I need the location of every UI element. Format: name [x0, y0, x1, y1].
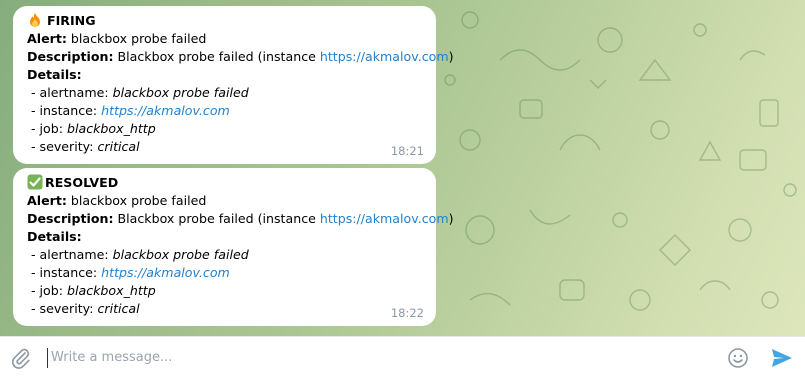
alert-line: Alert: blackbox probe failed — [27, 30, 422, 48]
detail-value: blackbox_http — [67, 283, 156, 298]
detail-key: - alertname: — [31, 85, 113, 100]
message-input[interactable]: Write a message... — [47, 348, 651, 368]
detail-value: critical — [97, 139, 140, 154]
detail-instance: - instance: https://akmalov.com — [27, 264, 422, 282]
details-label: Details: — [27, 229, 82, 244]
detail-value: critical — [97, 301, 140, 316]
alert-label: Alert: — [27, 193, 67, 208]
detail-job: - job: blackbox_http — [27, 282, 422, 300]
message-timestamp: 18:22 — [390, 306, 424, 320]
detail-job: - job: blackbox_http — [27, 120, 422, 138]
description-link[interactable]: https://akmalov.com — [320, 211, 449, 226]
detail-value: blackbox probe failed — [112, 247, 249, 262]
detail-key: - severity: — [31, 139, 98, 154]
description-link[interactable]: https://akmalov.com — [320, 49, 449, 64]
detail-value: blackbox_http — [67, 121, 156, 136]
details-label: Details: — [27, 67, 82, 82]
paperclip-icon[interactable] — [10, 347, 32, 369]
alert-line: Alert: blackbox probe failed — [27, 192, 422, 210]
description-line: Description: Blackbox probe failed (inst… — [27, 210, 454, 228]
alert-label: Alert: — [27, 31, 67, 46]
message-bubble-firing[interactable]: FIRING Alert: blackbox probe failed Desc… — [13, 6, 454, 164]
detail-value: blackbox probe failed — [112, 85, 249, 100]
status-line: RESOLVED — [27, 174, 422, 192]
detail-alertname: - alertname: blackbox probe failed — [27, 84, 422, 102]
detail-key: - instance: — [31, 265, 102, 280]
detail-severity: - severity: critical — [27, 300, 422, 318]
detail-key: - job: — [31, 283, 67, 298]
description-close: ) — [448, 211, 454, 226]
status-label: FIRING — [47, 13, 96, 28]
detail-key: - severity: — [31, 301, 98, 316]
description-label: Description: — [27, 211, 114, 226]
description-close: ) — [448, 49, 454, 64]
detail-alertname: - alertname: blackbox probe failed — [27, 246, 422, 264]
message-timestamp: 18:21 — [390, 144, 424, 158]
description-text: Blackbox probe failed (instance — [117, 211, 320, 226]
message-bubble-resolved[interactable]: RESOLVED Alert: blackbox probe failed De… — [13, 168, 454, 326]
fire-emoji-icon — [30, 13, 40, 27]
detail-key: - alertname: — [31, 247, 113, 262]
instance-link[interactable]: https://akmalov.com — [101, 103, 230, 118]
detail-instance: - instance: https://akmalov.com — [27, 102, 422, 120]
alert-value: blackbox probe failed — [70, 193, 207, 208]
instance-link[interactable]: https://akmalov.com — [101, 265, 230, 280]
description-label: Description: — [27, 49, 114, 64]
detail-severity: - severity: critical — [27, 138, 422, 156]
alert-value: blackbox probe failed — [70, 31, 207, 46]
check-mark-emoji-icon — [27, 174, 43, 190]
smiley-icon[interactable] — [727, 347, 749, 369]
chat-background: FIRING Alert: blackbox probe failed Desc… — [0, 0, 805, 336]
status-line: FIRING — [27, 12, 422, 30]
detail-key: - instance: — [31, 103, 102, 118]
message-composer: Write a message... — [0, 336, 805, 379]
send-icon[interactable] — [770, 347, 794, 369]
description-text: Blackbox probe failed (instance — [117, 49, 320, 64]
description-line: Description: Blackbox probe failed (inst… — [27, 48, 454, 66]
status-label: RESOLVED — [45, 175, 119, 190]
detail-key: - job: — [31, 121, 67, 136]
